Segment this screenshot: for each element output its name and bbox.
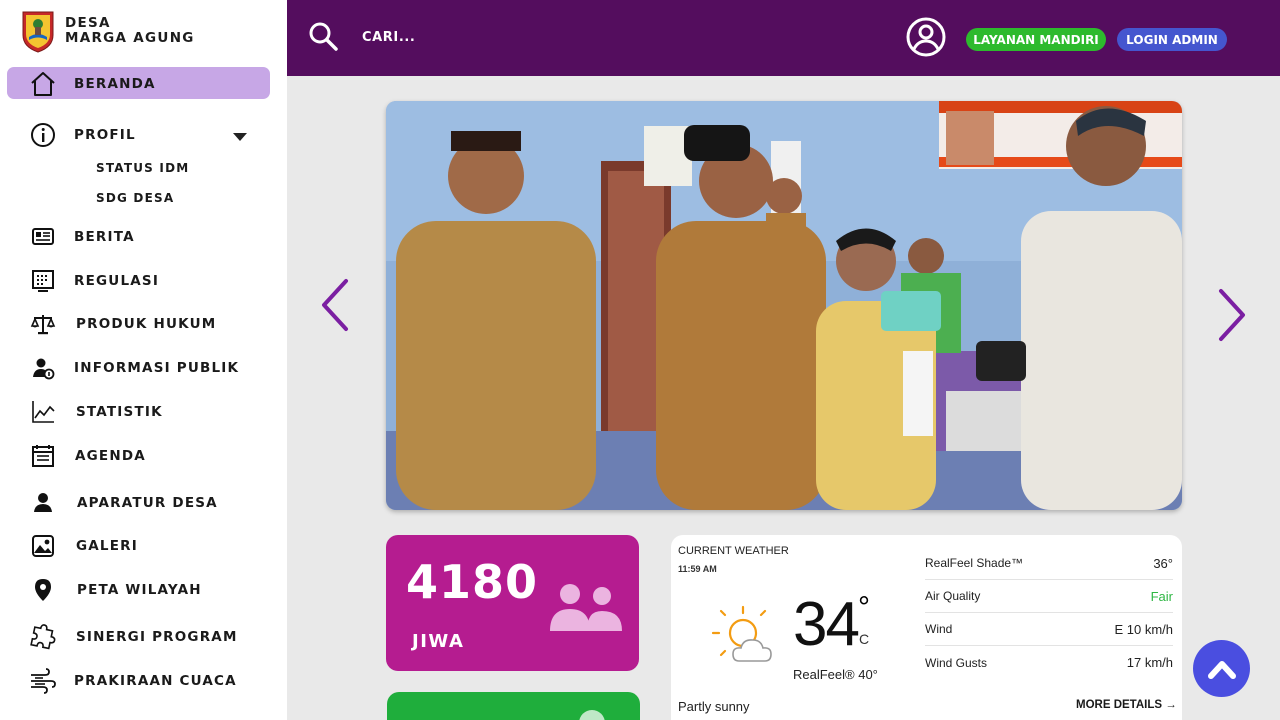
sidebar-subitem-status-idm[interactable]: STATUS IDM [96,161,189,175]
sidebar-item-label: APARATUR DESA [77,495,218,511]
sidebar-item-label: GALERI [76,538,138,554]
detail-value: E 10 km/h [1114,621,1173,637]
puzzle-icon [28,622,58,652]
home-icon [28,69,58,99]
scroll-to-top-button[interactable] [1193,640,1250,697]
detail-label: Wind [925,622,953,636]
chart-icon [28,397,58,427]
sidebar-item-informasi-publik[interactable]: INFORMASI PUBLIK [28,353,238,383]
sidebar-item-profil[interactable]: PROFIL [28,120,135,150]
chevron-down-icon[interactable] [233,133,247,141]
layanan-mandiri-button[interactable]: LAYANAN MANDIRI [966,28,1106,51]
weather-degree: ° [858,591,870,624]
sidebar-item-label: BERITA [74,229,135,245]
detail-value: Fair [1150,588,1173,604]
weather-widget: CURRENT WEATHER 11:59 AM 34 ° C RealFeel… [671,535,1182,720]
weather-detail-row: Air Quality Fair [925,580,1173,613]
search-icon[interactable] [308,21,338,51]
sidebar-item-label: BERANDA [74,76,156,92]
search-input[interactable] [362,26,612,48]
weather-unit: C [859,631,870,647]
sidebar-item-label: PRODUK HUKUM [76,316,217,332]
people-group-icon [550,584,622,631]
weather-time: 11:59 AM [678,564,717,574]
sidebar-item-aparatur-desa[interactable]: APARATUR DESA [28,488,217,518]
user-account-icon[interactable] [906,17,946,57]
top-bar: LAYANAN MANDIRI LOGIN ADMIN [287,0,1280,76]
sidebar-item-label: STATISTIK [76,404,163,420]
secondary-stat-card [387,692,640,720]
map-pin-icon [28,575,58,605]
sidebar-item-berita[interactable]: BERITA [28,222,134,252]
brand[interactable]: DESA MARGA AGUNG [20,8,195,54]
sidebar-item-label: PRAKIRAAN CUACA [74,673,237,689]
info-icon [28,120,58,150]
sidebar: DESA MARGA AGUNG BERANDA PROFIL STATUS I… [0,0,287,720]
sidebar-item-statistik[interactable]: STATISTIK [28,397,162,427]
carousel-prev-icon[interactable] [318,277,352,333]
hero-carousel-image[interactable] [386,101,1182,510]
gallery-icon [28,531,58,561]
person-icon [28,488,58,518]
chevron-up-icon [1207,660,1236,679]
detail-value: 17 km/h [1126,655,1173,670]
partly-sunny-icon [711,605,772,662]
sidebar-item-label: PROFIL [74,127,136,143]
population-count: 4180 [406,555,539,609]
sidebar-item-label: REGULASI [74,273,160,289]
stat-icon [579,710,605,720]
scales-icon [28,309,58,339]
weather-details: RealFeel Shade™ 36° Air Quality Fair Win… [925,547,1173,679]
weather-detail-row: Wind Gusts 17 km/h [925,646,1173,679]
wind-icon [28,666,58,696]
weather-condition: Partly sunny [678,699,750,714]
more-details-link[interactable]: MORE DETAILS → [1076,699,1177,711]
more-details-label: MORE DETAILS [1076,699,1163,711]
weather-detail-row: Wind E 10 km/h [925,613,1173,646]
brand-line-2: MARGA AGUNG [65,30,195,46]
newspaper-icon [28,222,58,252]
detail-label: Wind Gusts [925,655,988,670]
user-info-icon [28,353,58,383]
document-grid-icon [28,266,58,296]
weather-realfeel: RealFeel® 40° [793,667,878,682]
sidebar-item-label: AGENDA [75,448,146,464]
sidebar-item-regulasi[interactable]: REGULASI [28,266,158,296]
village-logo [22,11,54,53]
sidebar-item-prakiraan-cuaca[interactable]: PRAKIRAAN CUACA [28,666,236,696]
sidebar-item-galeri[interactable]: GALERI [28,531,137,561]
sidebar-item-label: PETA WILAYAH [77,582,202,598]
sidebar-subitem-sdg-desa[interactable]: SDG DESA [96,191,174,205]
arrow-right-icon: → [1165,699,1177,711]
weather-title: CURRENT WEATHER [678,545,789,557]
detail-label: RealFeel Shade™ [925,556,1024,570]
calendar-icon [28,441,58,471]
weather-detail-row: RealFeel Shade™ 36° [925,547,1173,580]
login-admin-button[interactable]: LOGIN ADMIN [1117,28,1227,51]
carousel-next-icon[interactable] [1215,287,1249,343]
detail-label: Air Quality [925,589,981,603]
population-unit: JIWA [412,631,465,652]
sidebar-item-sinergi-program[interactable]: SINERGI PROGRAM [28,622,236,652]
population-card: 4180 JIWA [386,535,639,671]
sidebar-item-beranda[interactable]: BERANDA [28,69,155,99]
weather-temperature: 34 [793,590,860,659]
sidebar-item-label: SINERGI PROGRAM [76,629,238,645]
sidebar-item-produk-hukum[interactable]: PRODUK HUKUM [28,309,215,339]
sidebar-item-label: INFORMASI PUBLIK [74,360,240,376]
detail-value: 36° [1153,555,1173,571]
carousel-photo [386,101,1182,510]
brand-line-1: DESA [65,15,111,31]
sidebar-item-peta-wilayah[interactable]: PETA WILAYAH [28,575,201,605]
sidebar-item-agenda[interactable]: AGENDA [28,441,145,471]
